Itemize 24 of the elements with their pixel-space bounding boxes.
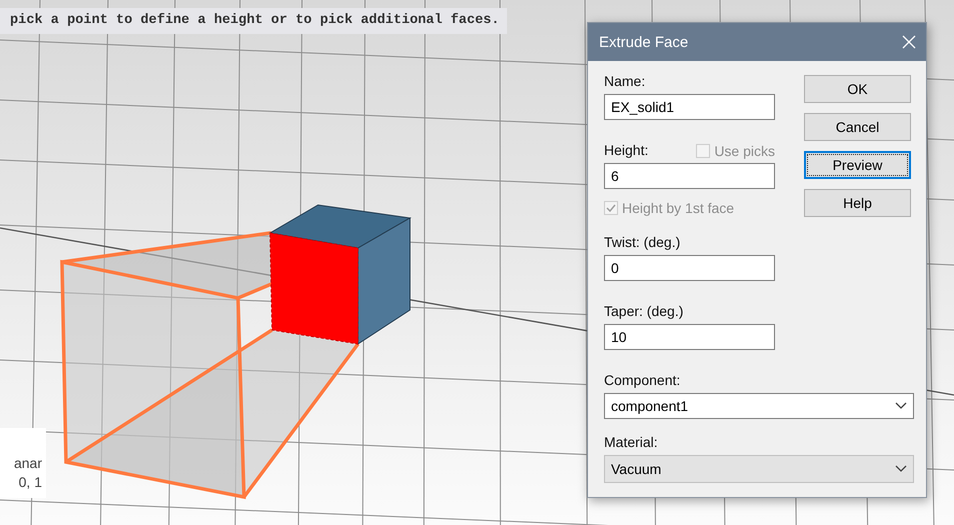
close-icon[interactable] [902,35,916,49]
field-label: Name: [604,72,646,91]
chevron-down-icon [895,402,907,410]
dialog-button[interactable]: Help [804,189,911,217]
field-label: Taper: (deg.) [604,302,684,321]
field-label: Twist: (deg.) [604,233,680,252]
checkbox-label: Use picks [714,142,775,158]
input-field[interactable]: EX_solid1 [604,94,775,120]
input-field[interactable]: 0 [604,255,775,281]
dialog-button[interactable]: Cancel [804,113,911,141]
chevron-down-icon [895,465,907,473]
input-field[interactable]: 10 [604,324,775,350]
info-text: anar [14,454,42,473]
status-hint: pick a point to define a height or to pick additional faces. [0,8,508,34]
dialog-title: Extrude Face [599,34,688,50]
field-label: Height: [604,141,648,160]
dropdown[interactable]: component1 [604,393,914,419]
dialog-button[interactable]: Preview [804,151,911,179]
checkbox-label: Height by 1st face [622,200,734,216]
field-label: Component: [604,371,680,390]
field-label: Material: [604,433,658,452]
input-field[interactable]: 6 [604,163,775,189]
dialog-button[interactable]: OK [804,75,911,103]
info-text: 0, 1 [18,473,42,492]
